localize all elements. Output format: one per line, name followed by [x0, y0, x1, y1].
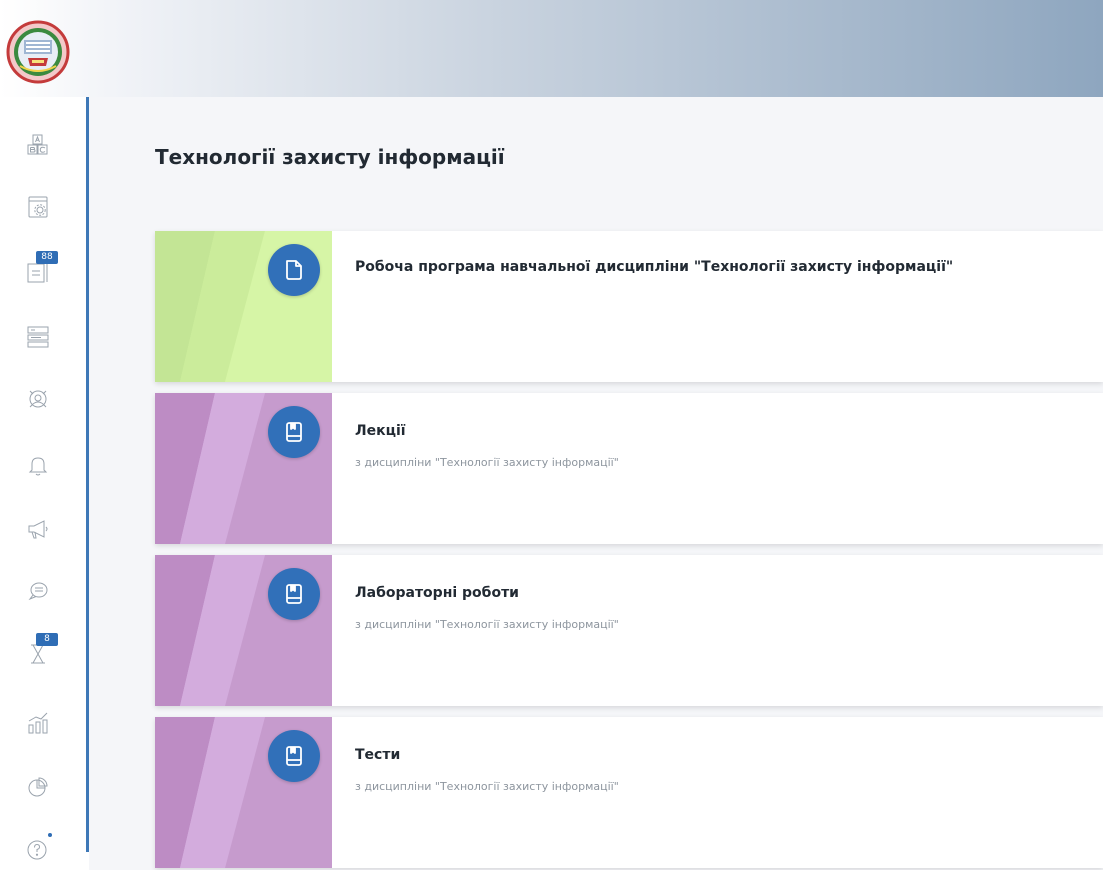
sidebar-item-schedule[interactable]	[18, 319, 58, 355]
card-title: Тести	[355, 747, 401, 763]
course-card-labs[interactable]: Лабораторні роботи з дисципліни "Техноло…	[155, 555, 1103, 706]
alphabet-blocks-icon	[27, 134, 48, 155]
card-thumbnail	[155, 717, 332, 868]
settings-window-icon	[28, 196, 48, 218]
megaphone-icon	[28, 520, 48, 539]
sidebar-item-reports[interactable]	[18, 769, 58, 805]
document-icon	[268, 244, 320, 296]
card-title: Робоча програма навчальної дисципліни "Т…	[355, 259, 954, 275]
sidebar-item-alphabet[interactable]	[18, 127, 58, 163]
course-card-tests[interactable]: Тести з дисципліни "Технології захисту і…	[155, 717, 1103, 868]
main-content: Технології захисту інформації Робоча про…	[89, 97, 1103, 870]
sidebar-item-documents[interactable]: 88	[18, 251, 58, 289]
card-thumbnail	[155, 393, 332, 544]
deadlines-badge: 8	[36, 633, 58, 646]
card-title: Лекції	[355, 423, 406, 439]
sidebar-item-announcements[interactable]	[18, 511, 58, 547]
course-card-program[interactable]: Робоча програма навчальної дисципліни "Т…	[155, 231, 1103, 382]
sidebar-item-students[interactable]	[18, 381, 58, 417]
chat-icon	[28, 582, 48, 601]
top-header	[0, 0, 1103, 97]
book-icon	[268, 730, 320, 782]
student-avatar-icon	[29, 390, 47, 408]
help-icon	[27, 840, 47, 860]
page-title: Технології захисту інформації	[155, 145, 505, 169]
card-subtitle: з дисципліни "Технології захисту інформа…	[355, 618, 619, 631]
sidebar-item-statistics[interactable]	[18, 705, 58, 741]
sidebar: 88 8	[0, 97, 86, 870]
documents-badge: 88	[36, 251, 58, 264]
book-icon	[268, 568, 320, 620]
sidebar-item-help[interactable]	[18, 831, 58, 867]
bell-icon	[28, 457, 48, 476]
schedule-list-icon	[27, 326, 49, 348]
pie-chart-icon	[28, 777, 48, 797]
card-subtitle: з дисципліни "Технології захисту інформа…	[355, 456, 619, 469]
course-card-lectures[interactable]: Лекції з дисципліни "Технології захисту …	[155, 393, 1103, 544]
card-subtitle: з дисципліни "Технології захисту інформа…	[355, 780, 619, 793]
card-thumbnail	[155, 555, 332, 706]
help-notification-dot	[48, 833, 52, 837]
card-thumbnail	[155, 231, 332, 382]
sidebar-item-deadlines[interactable]: 8	[18, 633, 58, 671]
sidebar-item-notifications[interactable]	[18, 447, 58, 483]
card-title: Лабораторні роботи	[355, 585, 519, 601]
book-icon	[268, 406, 320, 458]
sidebar-item-chat[interactable]	[18, 573, 58, 609]
university-logo[interactable]	[6, 20, 70, 84]
sidebar-item-settings[interactable]	[18, 189, 58, 225]
bar-chart-icon	[28, 712, 48, 734]
